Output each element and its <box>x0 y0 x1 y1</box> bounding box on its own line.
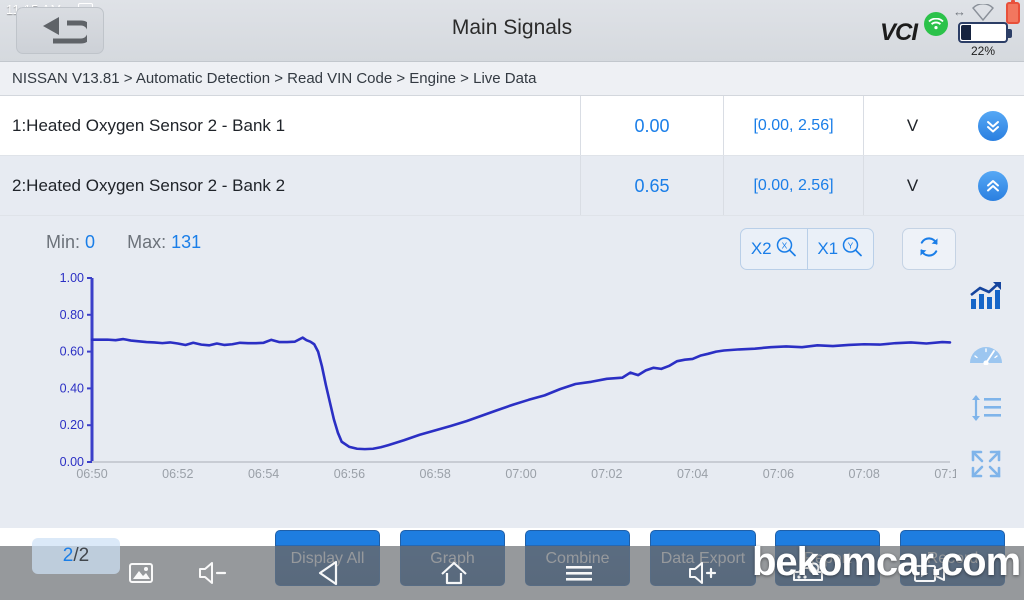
signal-range: [0.00, 2.56] <box>723 96 863 155</box>
svg-text:06:52: 06:52 <box>162 467 193 481</box>
max-label: Max: <box>127 232 167 252</box>
signal-range: [0.00, 2.56] <box>723 156 863 215</box>
svg-text:0.40: 0.40 <box>60 381 84 395</box>
vci-label: VCI <box>880 19 918 46</box>
signal-unit: V <box>863 96 961 155</box>
svg-text:07:04: 07:04 <box>677 467 708 481</box>
battery-charging-icon <box>1006 0 1020 24</box>
nav-home-icon[interactable] <box>438 558 470 593</box>
magnifier-y-icon: Y <box>841 236 863 263</box>
svg-text:06:50: 06:50 <box>76 467 107 481</box>
wifi-connected-icon <box>924 12 948 36</box>
signal-name: 2:Heated Oxygen Sensor 2 - Bank 2 <box>12 175 286 195</box>
nav-back-triangle-icon[interactable] <box>314 558 346 593</box>
battery-indicator: 22% <box>952 22 1014 58</box>
table-row[interactable]: 2:Heated Oxygen Sensor 2 - Bank 2 0.65 [… <box>0 156 1024 216</box>
zoom-y-label: X1 <box>817 239 839 258</box>
signal-unit: V <box>863 156 961 215</box>
title-bar: 11:15 AM Main Signals VCI ↔ <box>0 0 1024 62</box>
volume-up-icon[interactable] <box>686 558 720 593</box>
volume-down-icon[interactable] <box>196 558 230 593</box>
svg-text:0.60: 0.60 <box>60 345 84 359</box>
signal-value: 0.00 <box>580 96 723 155</box>
svg-text:0.20: 0.20 <box>60 418 84 432</box>
svg-text:06:58: 06:58 <box>420 467 451 481</box>
svg-text:X: X <box>781 240 787 250</box>
svg-text:06:56: 06:56 <box>334 467 365 481</box>
row-action[interactable] <box>961 170 1024 201</box>
svg-text:0.80: 0.80 <box>60 308 84 322</box>
svg-text:07:00: 07:00 <box>505 467 536 481</box>
magnifier-x-icon: X <box>775 236 797 263</box>
watermark: bekomcar.com <box>752 540 1021 584</box>
list-resize-icon[interactable] <box>966 390 1006 426</box>
bidirectional-arrows-icon: ↔ <box>953 4 966 19</box>
graph-tool-sidebar <box>958 272 1014 492</box>
trending-chart-icon[interactable] <box>966 278 1006 314</box>
min-label: Min: <box>46 232 81 252</box>
table-row[interactable]: 1:Heated Oxygen Sensor 2 - Bank 1 0.00 [… <box>0 96 1024 156</box>
chevron-double-down-icon[interactable] <box>977 110 1008 141</box>
svg-text:06:54: 06:54 <box>248 467 279 481</box>
page-indicator[interactable]: 2 /2 <box>32 538 120 574</box>
page-current: 2 <box>62 545 74 566</box>
refresh-icon <box>916 234 942 265</box>
svg-text:1.00: 1.00 <box>60 271 84 285</box>
signal-value: 0.65 <box>580 156 723 215</box>
screenshot-icon[interactable] <box>126 558 156 593</box>
battery-icon <box>958 22 1012 43</box>
svg-text:Y: Y <box>848 240 854 250</box>
max-value: 131 <box>171 232 202 252</box>
zoom-x-button[interactable]: X2 X <box>741 229 807 269</box>
live-data-table: 1:Heated Oxygen Sensor 2 - Bank 1 0.00 [… <box>0 96 1024 216</box>
signal-chart[interactable]: 0.00 0.20 0.40 0.60 0.80 1.00 06:50 06:52 06:54 0… <box>46 268 966 488</box>
vci-indicator: VCI <box>880 12 948 50</box>
fullscreen-icon[interactable] <box>966 446 1006 482</box>
svg-text:07:08: 07:08 <box>849 467 880 481</box>
svg-text:07:06: 07:06 <box>763 467 794 481</box>
svg-text:07:10: 07:10 <box>934 467 956 481</box>
diagnostic-app-screen: 11:15 AM Main Signals VCI ↔ <box>0 0 1024 600</box>
chevron-double-up-icon[interactable] <box>977 170 1008 201</box>
signal-name: 1:Heated Oxygen Sensor 2 - Bank 1 <box>12 115 286 135</box>
zoom-y-button[interactable]: X1 Y <box>806 229 874 269</box>
page-total: /2 <box>73 545 90 566</box>
battery-percent: 22% <box>970 44 996 58</box>
page-title: Main Signals <box>451 16 573 39</box>
min-max-readout: Min: 0 Max: 131 <box>46 232 201 253</box>
zoom-x-label: X2 <box>750 239 772 258</box>
refresh-button[interactable] <box>902 228 956 270</box>
row-action[interactable] <box>961 110 1024 141</box>
nav-menu-icon[interactable] <box>562 558 596 593</box>
zoom-control-group: X2 X X1 Y <box>740 228 874 270</box>
breadcrumb[interactable]: NISSAN V13.81 > Automatic Detection > Re… <box>0 62 1024 96</box>
min-value: 0 <box>85 232 96 252</box>
gauge-icon[interactable] <box>966 334 1006 370</box>
svg-text:07:02: 07:02 <box>591 467 622 481</box>
chart-canvas: 0.000.200.400.600.801.0006:50 06:52 06:54 0… <box>60 271 966 481</box>
